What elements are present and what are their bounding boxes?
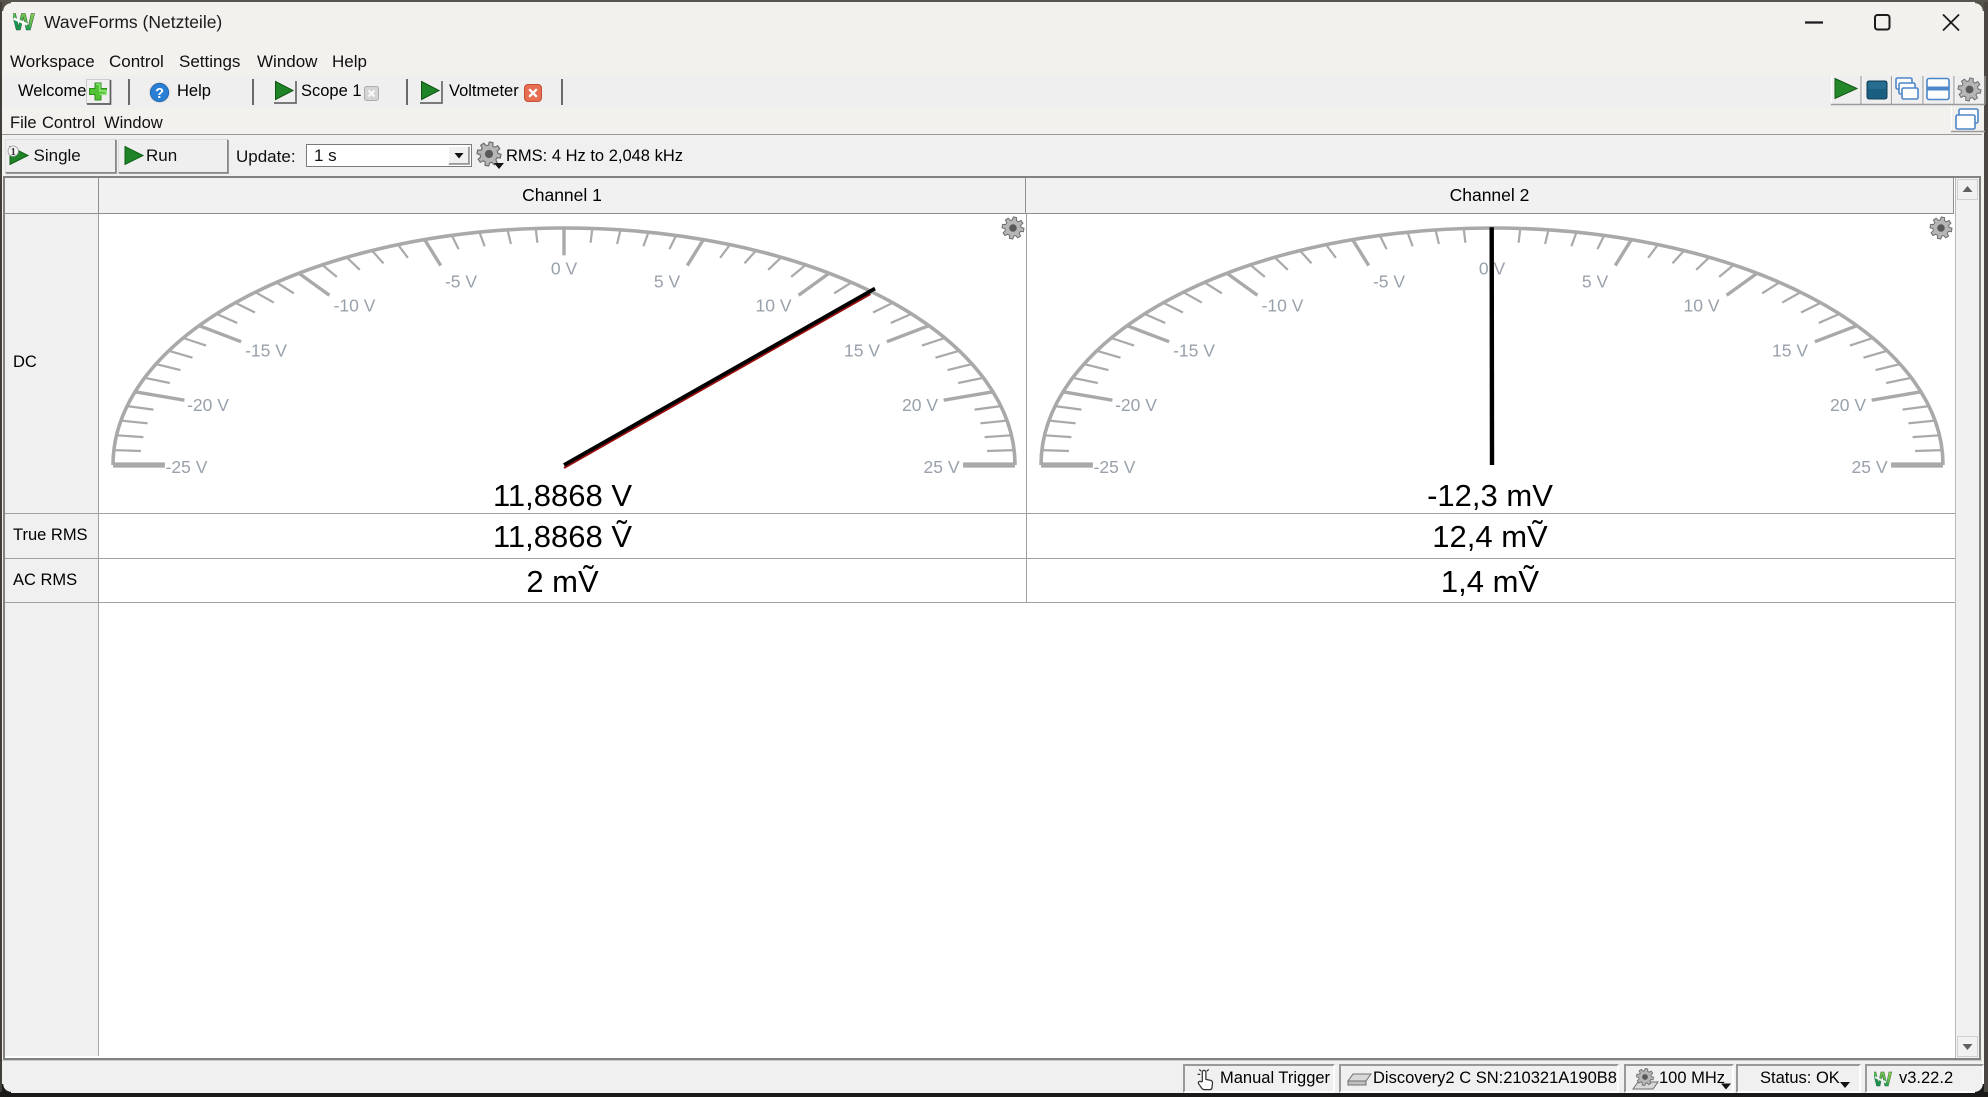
svg-text:20 V: 20 V: [902, 395, 938, 415]
svg-text:5 V: 5 V: [1582, 272, 1609, 292]
svg-text:W: W: [1874, 1070, 1892, 1089]
svg-text:25 V: 25 V: [924, 457, 960, 477]
svg-text:10 V: 10 V: [756, 296, 792, 316]
svg-text:-15 V: -15 V: [245, 341, 287, 361]
svg-text:-10 V: -10 V: [1262, 296, 1304, 316]
svg-text:-5 V: -5 V: [1373, 272, 1405, 292]
svg-text:0 V: 0 V: [551, 259, 578, 279]
svg-text:5 V: 5 V: [654, 272, 681, 292]
svg-text:-25 V: -25 V: [1094, 457, 1136, 477]
svg-text:-15 V: -15 V: [1173, 341, 1215, 361]
svg-text:-25 V: -25 V: [166, 457, 208, 477]
svg-text:-20 V: -20 V: [1115, 395, 1157, 415]
svg-text:-10 V: -10 V: [334, 296, 376, 316]
svg-text:15 V: 15 V: [1772, 341, 1808, 361]
svg-text:15 V: 15 V: [844, 341, 880, 361]
svg-text:10 V: 10 V: [1684, 296, 1720, 316]
svg-text:20 V: 20 V: [1830, 395, 1866, 415]
svg-text:-5 V: -5 V: [445, 272, 477, 292]
svg-text:-20 V: -20 V: [187, 395, 229, 415]
svg-text:25 V: 25 V: [1852, 457, 1888, 477]
